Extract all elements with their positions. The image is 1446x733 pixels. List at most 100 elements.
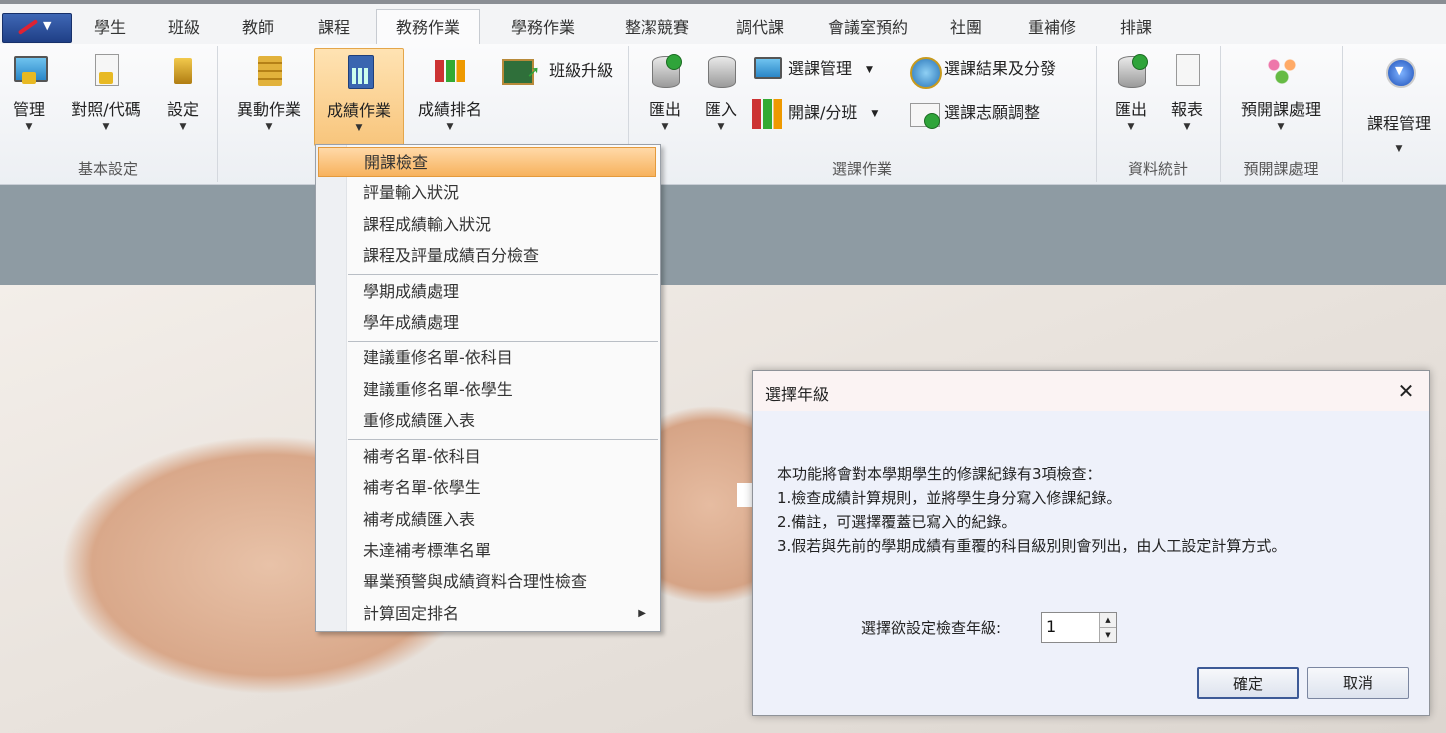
manage-button[interactable]: 管理 ▼ xyxy=(2,48,56,146)
course-mgmt-button[interactable]: 課程管理 ▼ xyxy=(1358,48,1440,168)
group-label-basic: 基本設定 xyxy=(77,160,138,178)
dialog-body: 本功能將會對本學期學生的修課紀錄有3項檢查： 1.檢查成績計算規則，並將學生身分… xyxy=(753,411,1429,715)
menu-item-assessment-input-status[interactable]: 評量輸入狀況 xyxy=(318,178,656,208)
chevron-down-icon: ▼ xyxy=(1395,144,1403,154)
dialog-description-line: 1.檢查成績計算規則，並將學生身分寫入修課紀錄。 xyxy=(777,489,1122,507)
tab-substitute-class[interactable]: 調代課 xyxy=(716,10,804,46)
chevron-down-icon: ▼ xyxy=(1277,122,1285,132)
chevron-down-icon: ▼ xyxy=(1127,122,1135,132)
dialog-title: 選擇年級 xyxy=(765,385,830,404)
class-promote-button[interactable]: 班級升級 xyxy=(502,54,613,89)
tab-meeting-room[interactable]: 會議室預約 xyxy=(810,10,926,46)
menu-separator xyxy=(348,341,658,342)
tab-student-affairs[interactable]: 學務作業 xyxy=(488,10,598,46)
menu-item-fixed-ranking[interactable]: 計算固定排名 ▶ xyxy=(318,599,656,629)
grade-value: 1 xyxy=(1046,617,1057,636)
stepper-up-icon[interactable]: ▲ xyxy=(1099,613,1116,628)
tab-clubs[interactable]: 社團 xyxy=(934,10,998,46)
grade-ops-button[interactable]: 成績作業 ▼ xyxy=(314,48,404,146)
partial-text-fragment xyxy=(737,483,753,507)
clipboard-icon xyxy=(1176,54,1200,86)
menu-item-semester-grade[interactable]: 學期成績處理 xyxy=(318,277,656,307)
pen-icon xyxy=(17,19,39,35)
monitor-icon xyxy=(754,56,782,79)
menu-item-makeup-import[interactable]: 補考成績匯入表 xyxy=(318,505,656,535)
ok-button[interactable]: 確定 xyxy=(1197,667,1299,699)
menu-item-course-grade-input-status[interactable]: 課程成績輸入狀況 xyxy=(318,210,656,240)
chevron-down-icon: ▼ xyxy=(265,122,273,132)
chevron-down-icon: ▼ xyxy=(866,64,873,75)
stepper-down-icon[interactable]: ▼ xyxy=(1099,628,1116,642)
pre-course-button[interactable]: 預開課處理 ▼ xyxy=(1232,48,1330,146)
lock-icon xyxy=(22,72,36,84)
mapping-code-button[interactable]: 對照/代碼 ▼ xyxy=(62,48,150,146)
grade-label: 選擇欲設定檢查年級: xyxy=(861,619,1002,637)
tab-students[interactable]: 學生 xyxy=(78,10,142,46)
menu-item-below-makeup-standard[interactable]: 未達補考標準名單 xyxy=(318,536,656,566)
stats-export-button[interactable]: 匯出 ▼ xyxy=(1106,48,1156,146)
export-arrow-icon xyxy=(666,54,682,70)
grade-ops-dropdown-menu: 開課檢查 評量輸入狀況 課程成績輸入狀況 課程及評量成績百分檢查 學期成績處理 … xyxy=(315,144,661,632)
ribbon-panel: 管理 ▼ 對照/代碼 ▼ 設定 ▼ 基本設定 異動作業 ▼ 成績作業 ▼ 成績排… xyxy=(0,44,1446,185)
grade-rank-button[interactable]: 成績排名 ▼ xyxy=(410,48,490,146)
tab-scheduling[interactable]: 排課 xyxy=(1104,10,1168,46)
download-orb-icon xyxy=(1386,58,1416,88)
menu-item-makeup-by-subject[interactable]: 補考名單-依科目 xyxy=(318,442,656,472)
chevron-down-icon: ▼ xyxy=(102,122,110,132)
menu-item-year-grade[interactable]: 學年成績處理 xyxy=(318,308,656,338)
ranking-chart-icon xyxy=(435,60,465,82)
preference-adjust-button[interactable]: 選課志願調整 xyxy=(908,96,1040,130)
chevron-down-icon: ▼ xyxy=(446,122,454,132)
submenu-arrow-icon: ▶ xyxy=(638,608,646,619)
report-button[interactable]: 報表 ▼ xyxy=(1162,48,1212,146)
menu-item-retake-by-subject[interactable]: 建議重修名單-依科目 xyxy=(318,343,656,373)
chevron-down-icon: ▼ xyxy=(179,122,187,132)
tab-courses[interactable]: 課程 xyxy=(300,10,368,46)
globe-icon xyxy=(910,56,942,89)
export-arrow-icon xyxy=(1132,54,1148,70)
result-distribute-button[interactable]: 選課結果及分發 xyxy=(908,52,1056,89)
tab-teachers[interactable]: 教師 xyxy=(226,10,290,46)
menu-item-makeup-by-student[interactable]: 補考名單-依學生 xyxy=(318,473,656,503)
menu-item-retake-by-student[interactable]: 建議重修名單-依學生 xyxy=(318,375,656,405)
chevron-down-icon: ▼ xyxy=(717,122,725,132)
settings-icon xyxy=(174,58,192,84)
dialog-description-line: 2.備註，可選擇覆蓋已寫入的紀錄。 xyxy=(777,513,1017,531)
group-label-pre-course: 預開課處理 xyxy=(1243,160,1319,178)
course-select-mgmt-button[interactable]: 選課管理 ▼ xyxy=(752,52,873,86)
menu-item-grade-percent-check[interactable]: 課程及評量成績百分檢查 xyxy=(318,241,656,271)
tab-cleanliness-contest[interactable]: 整潔競賽 xyxy=(604,10,710,46)
group-label-course-selection: 選課作業 xyxy=(831,160,892,178)
database-icon xyxy=(708,56,736,88)
menu-item-graduation-warning[interactable]: 畢業預警與成績資料合理性檢查 xyxy=(318,567,656,597)
cancel-button[interactable]: 取消 xyxy=(1307,667,1409,699)
class-board-icon xyxy=(502,55,540,89)
course-import-button[interactable]: 匯入 ▼ xyxy=(696,48,746,146)
select-grade-dialog: 選擇年級 ✕ 本功能將會對本學期學生的修課紀錄有3項檢查： 1.檢查成績計算規則… xyxy=(752,370,1430,716)
course-export-button[interactable]: 匯出 ▼ xyxy=(640,48,690,146)
chevron-down-icon: ▼ xyxy=(43,19,52,32)
tab-retake[interactable]: 重補修 xyxy=(1008,10,1096,46)
grade-stepper[interactable]: 1 ▲ ▼ xyxy=(1041,612,1117,643)
tab-academic-affairs[interactable]: 教務作業 xyxy=(376,9,480,49)
group-divider xyxy=(1342,46,1343,182)
app-menu-button[interactable]: ▼ xyxy=(2,13,72,43)
tab-classes[interactable]: 班級 xyxy=(152,10,216,46)
open-class-button[interactable]: 開課/分班 ▼ xyxy=(752,96,878,130)
menu-item-retake-import[interactable]: 重修成績匯入表 xyxy=(318,406,656,436)
change-ops-button[interactable]: 異動作業 ▼ xyxy=(230,48,308,146)
menu-separator xyxy=(348,439,658,440)
ribbon-tab-bar: ▼ 學生 班級 教師 課程 教務作業 學務作業 整潔競賽 調代課 會議室預約 社… xyxy=(0,0,1446,49)
close-icon[interactable]: ✕ xyxy=(1383,371,1429,411)
chevron-down-icon: ▼ xyxy=(355,123,363,133)
dialog-description-line: 本功能將會對本學期學生的修課紀錄有3項檢查： xyxy=(777,465,1102,483)
refresh-icon xyxy=(924,112,940,129)
menu-item-course-check[interactable]: 開課檢查 xyxy=(318,147,656,177)
dialog-description-line: 3.假若與先前的學期成績有重覆的科目級別則會列出，由人工設定計算方式。 xyxy=(777,537,1287,555)
chevron-down-icon: ▼ xyxy=(25,122,33,132)
bar-chart-icon xyxy=(752,98,782,129)
file-stack-icon xyxy=(258,56,282,86)
group-label-stats: 資料統計 xyxy=(1127,160,1188,178)
settings-button[interactable]: 設定 ▼ xyxy=(156,48,210,146)
chevron-down-icon: ▼ xyxy=(871,108,879,119)
